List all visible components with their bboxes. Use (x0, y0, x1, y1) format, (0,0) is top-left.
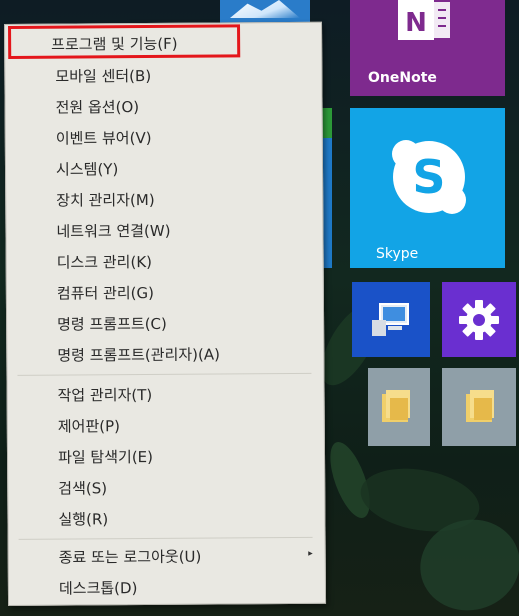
menu-item-control-panel[interactable]: 제어판(P) (58, 415, 120, 436)
menu-item-system[interactable]: 시스템(Y) (56, 158, 118, 179)
menu-item-power-options[interactable]: 전원 옵션(O) (56, 96, 140, 118)
skype-icon: S (388, 136, 470, 222)
menu-item-mobility-center[interactable]: 모바일 센터(B) (55, 65, 151, 87)
this-pc-tile[interactable] (352, 282, 430, 357)
menu-separator (18, 536, 313, 540)
menu-item-command-prompt-admin[interactable]: 명령 프롬프트(관리자)(A) (57, 344, 220, 366)
menu-item-file-explorer[interactable]: 파일 탐색기(E) (58, 446, 153, 468)
folder-icon (380, 388, 414, 428)
menu-item-run[interactable]: 실행(R) (58, 508, 108, 529)
folder-icon (464, 388, 498, 428)
menu-item-search[interactable]: 검색(S) (58, 477, 107, 498)
menu-item-shutdown-signout[interactable]: 종료 또는 로그아웃(U) (59, 546, 202, 568)
settings-tile[interactable] (442, 282, 516, 357)
menu-separator (17, 372, 312, 376)
menu-item-device-manager[interactable]: 장치 관리자(M) (56, 189, 155, 211)
menu-item-task-manager[interactable]: 작업 관리자(T) (58, 384, 153, 406)
winx-context-menu: 프로그램 및 기능(F) 모바일 센터(B) 전원 옵션(O) 이벤트 뷰어(V… (4, 21, 327, 606)
menu-item-disk-management[interactable]: 디스크 관리(K) (57, 251, 152, 273)
file-explorer-tile[interactable] (368, 368, 430, 446)
menu-item-computer-management[interactable]: 컴퓨터 관리(G) (57, 282, 154, 304)
menu-item-desktop[interactable]: 데스크톱(D) (59, 577, 138, 599)
file-explorer-tile[interactable] (442, 368, 516, 446)
menu-item-event-viewer[interactable]: 이벤트 뷰어(V) (56, 127, 152, 149)
start-screen: N OneNote S Skype 프로그램 및 기능(F) 모바일 센터(B)… (0, 0, 519, 616)
computer-icon (370, 298, 414, 342)
submenu-arrow-icon: ▸ (308, 548, 313, 559)
svg-text:N: N (405, 8, 427, 38)
green-tile[interactable] (322, 108, 332, 138)
menu-item-command-prompt[interactable]: 명령 프롬프트(C) (57, 313, 167, 335)
skype-tile[interactable]: S Skype (350, 108, 505, 268)
gear-icon (458, 299, 500, 345)
menu-item-programs-and-features[interactable]: 프로그램 및 기능(F) (51, 33, 178, 55)
mountain-icon (230, 0, 300, 18)
onenote-tile[interactable]: N OneNote (350, 0, 505, 96)
onenote-icon: N (394, 0, 454, 45)
photos-tile[interactable] (220, 0, 310, 24)
menu-item-network-connections[interactable]: 네트워크 연결(W) (56, 220, 170, 242)
onenote-label: OneNote (368, 70, 437, 86)
skype-label: Skype (376, 246, 419, 262)
svg-text:S: S (412, 150, 445, 204)
